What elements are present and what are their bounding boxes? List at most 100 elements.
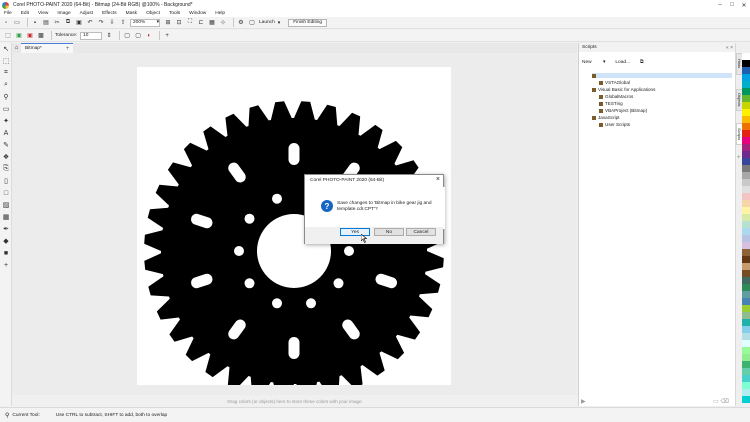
- mask-mode-xor-icon[interactable]: ▩: [37, 32, 45, 40]
- script-tree-item[interactable]: TESTing: [599, 101, 623, 106]
- finish-editing-button[interactable]: Finish Editing: [288, 18, 328, 27]
- fill-tool-icon[interactable]: ▨: [0, 199, 12, 211]
- add-tab-icon[interactable]: +: [66, 46, 70, 52]
- new-script-button[interactable]: New ▾: [582, 60, 605, 65]
- new-file-icon[interactable]: ▫: [2, 19, 10, 27]
- pen-tool-icon[interactable]: ✒: [0, 223, 12, 235]
- minimize-icon[interactable]: –: [714, 0, 726, 10]
- palette-swatch[interactable]: [742, 88, 750, 95]
- feather-icon[interactable]: ▢: [134, 32, 142, 40]
- palette-swatch[interactable]: [742, 214, 750, 221]
- script-tree-item[interactable]: JavaScript: [592, 115, 619, 120]
- palette-swatch[interactable]: [742, 277, 750, 284]
- tolerance-input[interactable]: 10: [80, 31, 103, 40]
- menu-effects[interactable]: Effects: [102, 11, 117, 16]
- palette-swatch[interactable]: [742, 263, 750, 270]
- show-grid-icon[interactable]: ▦: [208, 19, 216, 27]
- mask-mode-normal-icon[interactable]: ⬚: [4, 32, 12, 40]
- palette-swatch[interactable]: [742, 375, 750, 382]
- palette-swatch[interactable]: [742, 193, 750, 200]
- palette-swatch[interactable]: [742, 382, 750, 389]
- add-tool-icon[interactable]: +: [0, 259, 12, 271]
- script-options-icon[interactable]: ⧉: [640, 59, 643, 65]
- rectangle-mask-tool-icon[interactable]: ▭: [0, 103, 12, 115]
- menu-tools[interactable]: Tools: [169, 11, 180, 16]
- palette-swatch[interactable]: [742, 60, 750, 67]
- palette-swatch[interactable]: [742, 235, 750, 242]
- mask-overlay-icon[interactable]: ◐: [145, 32, 153, 40]
- undo-icon[interactable]: ↶: [86, 19, 94, 27]
- palette-swatch[interactable]: [742, 116, 750, 123]
- palette-swatch[interactable]: [742, 270, 750, 277]
- palette-swatch[interactable]: [742, 81, 750, 88]
- palette-swatch[interactable]: [742, 165, 750, 172]
- script-tree-item[interactable]: Visual Basic for Applications: [592, 73, 732, 78]
- palette-swatch[interactable]: [742, 298, 750, 305]
- add-preset-icon[interactable]: +: [163, 32, 171, 40]
- palette-swatch[interactable]: [742, 144, 750, 151]
- interactive-fill-tool-icon[interactable]: ◆: [0, 235, 12, 247]
- magic-wand-tool-icon[interactable]: ✦: [0, 115, 12, 127]
- palette-swatch[interactable]: [742, 368, 750, 375]
- palette-swatch[interactable]: [742, 354, 750, 361]
- script-tree-item[interactable]: User Scripts: [599, 122, 630, 127]
- menu-edit[interactable]: Edit: [21, 11, 29, 16]
- palette-swatch[interactable]: [742, 109, 750, 116]
- palette-swatch[interactable]: [742, 186, 750, 193]
- snap-icon[interactable]: ⊹: [219, 19, 227, 27]
- palette-swatch[interactable]: [742, 333, 750, 340]
- palette-swatch[interactable]: [742, 207, 750, 214]
- palette-swatch[interactable]: [742, 200, 750, 207]
- open-folder-icon[interactable]: ▭: [13, 19, 21, 27]
- zoom-tool-icon[interactable]: ⌕: [0, 79, 12, 91]
- palette-swatch[interactable]: [742, 396, 750, 403]
- show-rulers-icon[interactable]: ⊏: [197, 19, 205, 27]
- palette-swatch[interactable]: [742, 158, 750, 165]
- palette-swatch[interactable]: [742, 137, 750, 144]
- effect-tool-icon[interactable]: ❖: [0, 151, 12, 163]
- script-tree-item[interactable]: VBAProject (Bitmap): [599, 108, 647, 113]
- paste-icon[interactable]: ▣: [75, 19, 83, 27]
- palette-swatch[interactable]: [742, 242, 750, 249]
- import-icon[interactable]: ⇩: [108, 19, 116, 27]
- crop-tool-icon[interactable]: ⌗: [0, 67, 12, 79]
- transparency-tool-icon[interactable]: ▦: [0, 211, 12, 223]
- print-icon[interactable]: ▤: [42, 19, 50, 27]
- script-tree-item[interactable]: GlobalMacros: [599, 94, 633, 99]
- no-button[interactable]: No: [374, 228, 404, 236]
- menu-image[interactable]: Image: [57, 11, 70, 16]
- palette-swatch[interactable]: [742, 74, 750, 81]
- palette-swatch[interactable]: [742, 179, 750, 186]
- palette-swatch[interactable]: [742, 130, 750, 137]
- pick-tool-icon[interactable]: ↖: [0, 43, 12, 55]
- home-icon[interactable]: ⌂: [12, 43, 21, 53]
- palette-swatch[interactable]: [742, 284, 750, 291]
- script-tree-item[interactable]: VSTAGlobal: [599, 80, 630, 85]
- add-docker-icon[interactable]: +: [737, 155, 741, 161]
- menu-window[interactable]: Window: [189, 11, 206, 16]
- color-swatch-icon[interactable]: ■: [0, 247, 12, 259]
- tolerance-stepper-icon[interactable]: ⇕: [105, 32, 113, 40]
- full-screen-icon[interactable]: ⛶: [186, 19, 194, 27]
- mask-mode-subtractive-icon[interactable]: ▣: [26, 32, 34, 40]
- cut-icon[interactable]: ✂: [53, 19, 61, 27]
- run-script-icon[interactable]: ▶: [581, 398, 586, 405]
- paint-tool-icon[interactable]: ✎: [0, 139, 12, 151]
- maximize-icon[interactable]: □: [726, 0, 738, 10]
- launch-label[interactable]: Launch: [259, 20, 275, 25]
- launch-dropdown-icon[interactable]: ▾: [278, 20, 281, 26]
- eyedropper-tool-icon[interactable]: ⚲: [0, 91, 12, 103]
- launch-app-icon[interactable]: ▢: [248, 19, 256, 27]
- palette-swatch[interactable]: [742, 67, 750, 74]
- dialog-close-icon[interactable]: ×: [436, 176, 440, 183]
- palette-swatch[interactable]: [742, 305, 750, 312]
- zoom-fit-icon[interactable]: ⊡: [175, 19, 183, 27]
- palette-swatch[interactable]: [742, 123, 750, 130]
- palette-swatch[interactable]: [742, 347, 750, 354]
- palette-swatch[interactable]: [742, 172, 750, 179]
- menu-object[interactable]: Object: [146, 11, 160, 16]
- cancel-button[interactable]: Cancel: [406, 228, 436, 236]
- palette-swatch[interactable]: [742, 291, 750, 298]
- menu-file[interactable]: File: [4, 11, 12, 16]
- menu-adjust[interactable]: Adjust: [80, 11, 93, 16]
